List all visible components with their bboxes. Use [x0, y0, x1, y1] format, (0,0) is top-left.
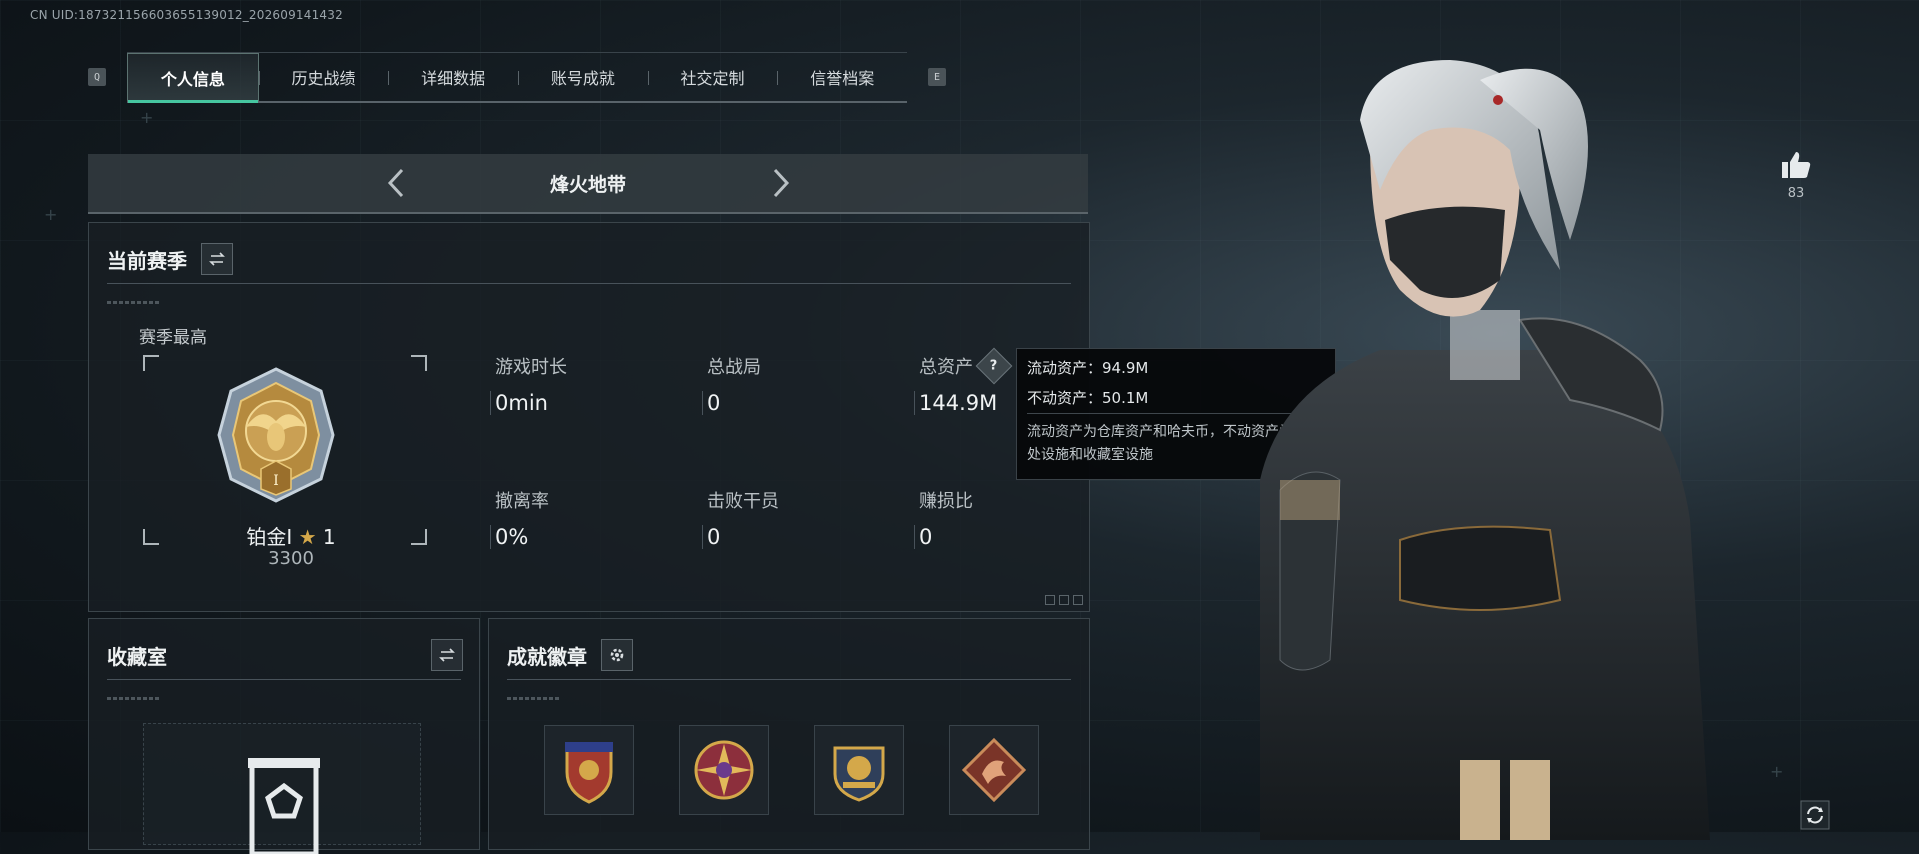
stat-label-text: 总资产 [919, 357, 973, 378]
rank-frame: I [143, 355, 427, 545]
like-button[interactable]: 83 [1776, 150, 1816, 201]
frame-corner [411, 529, 427, 545]
badge-slot[interactable] [949, 725, 1039, 815]
current-season-panel: 当前赛季 赛季最高 I 铂金I ★ 1 3300 游戏时长 0min 总战局 0 [88, 222, 1090, 612]
vault-icon [248, 758, 320, 854]
tab-detailed-data[interactable]: 详细数据 [388, 53, 518, 101]
help-icon[interactable]: ? [975, 347, 1013, 385]
dragon-badge-icon [961, 737, 1027, 803]
collection-title: 收藏室 [107, 645, 167, 669]
decor-plus: + [44, 205, 58, 224]
season-highest-label: 赛季最高 [139, 328, 207, 348]
frame-corner [143, 355, 159, 371]
stat-play-time: 游戏时长 0min [490, 353, 695, 415]
platinum-rank-emblem-icon: I [217, 367, 335, 503]
star-icon: ★ [298, 525, 317, 549]
stat-label: 游戏时长 [495, 353, 695, 379]
stat-profit-loss-ratio: 赚损比 0 [914, 487, 1119, 549]
compass-star-badge-icon [694, 740, 754, 800]
swap-icon [209, 252, 225, 266]
next-tab-key-hint[interactable]: E [928, 68, 946, 86]
achievement-badges-panel: 成就徽章 [488, 618, 1090, 850]
like-count: 83 [1787, 186, 1805, 201]
refresh-icon[interactable] [1800, 800, 1830, 830]
prev-tab-key-hint[interactable]: Q [88, 68, 106, 86]
tooltip-fixed-assets: 不动资产：50.1M [1027, 389, 1149, 407]
stat-label-text: 总战局 [707, 357, 761, 378]
stat-label-text: 撤离率 [495, 491, 549, 512]
tab-credit-record[interactable]: 信誉档案 [777, 53, 907, 101]
season-title: 当前赛季 [107, 249, 187, 273]
decor-plus: + [140, 108, 154, 127]
tab-achievements[interactable]: 账号成就 [518, 53, 648, 101]
shield-badge-icon [565, 742, 613, 804]
stat-label: 撤离率 [495, 487, 695, 513]
swap-icon [439, 648, 455, 662]
tab-social-custom[interactable]: 社交定制 [647, 53, 778, 101]
tab-match-history[interactable]: 历史战绩 [258, 53, 389, 101]
decor-dash [107, 301, 159, 304]
stat-label: 击败干员 [707, 487, 907, 513]
rank-name: 铂金I [246, 525, 293, 549]
rank-score: 3300 [268, 548, 314, 569]
frame-corner [143, 529, 159, 545]
stat-label-text: 赚损比 [919, 491, 973, 512]
collection-switch-button[interactable] [431, 639, 463, 671]
badges-settings-button[interactable] [601, 639, 633, 671]
stat-label: 赚损比 [919, 487, 1119, 513]
tab-label: 个人信息 [160, 69, 225, 89]
badge-slot[interactable] [814, 725, 904, 815]
badge-slot[interactable] [679, 725, 769, 815]
stat-value: 0 [914, 525, 1119, 549]
crest-badge-icon [833, 746, 885, 802]
tooltip-liquid-assets: 流动资产：94.9M [1027, 359, 1149, 377]
stat-label-text: 游戏时长 [495, 357, 567, 378]
divider [107, 679, 461, 680]
stat-label: 总战局 [707, 353, 907, 379]
badge-slot[interactable] [544, 725, 634, 815]
stat-value: 0min [490, 391, 695, 415]
divider [107, 283, 1071, 284]
tab-label: 信誉档案 [810, 69, 875, 88]
stat-extraction-rate: 撤离率 0% [490, 487, 695, 549]
stat-operators-defeated: 击败干员 0 [702, 487, 907, 549]
rank-name-row: 铂金I ★ 1 [181, 521, 401, 550]
tab-personal-info[interactable]: 个人信息 [127, 53, 259, 103]
tab-label: 历史战绩 [291, 69, 356, 88]
thumbs-up-icon [1782, 152, 1811, 178]
mode-selector: 烽火地带 [88, 154, 1088, 214]
divider [507, 679, 1071, 680]
uid-label: CN UID:187321156603655139012_20260914143… [30, 8, 343, 22]
tab-bar: 个人信息 历史战绩 详细数据 账号成就 社交定制 信誉档案 [127, 52, 907, 103]
character-portrait [1260, 60, 1710, 840]
tab-label: 详细数据 [421, 69, 486, 88]
stat-value: 0 [702, 525, 907, 549]
chevron-right-icon [773, 168, 790, 198]
stat-value: 0 [702, 391, 907, 415]
season-switch-button[interactable] [201, 243, 233, 275]
tab-label: 社交定制 [680, 69, 745, 88]
stat-total-matches: 总战局 0 [702, 353, 907, 415]
mode-title: 烽火地带 [549, 173, 626, 196]
stat-label-text: 击败干员 [707, 491, 779, 512]
mode-next-arrow[interactable] [763, 166, 797, 200]
stat-value: 0% [490, 525, 695, 549]
badges-title: 成就徽章 [507, 645, 587, 669]
svg-text:I: I [273, 473, 279, 489]
collection-room-panel: 收藏室 [88, 618, 480, 854]
rank-stars: 1 [322, 525, 336, 549]
tab-label: 账号成就 [550, 69, 615, 88]
frame-corner [411, 355, 427, 371]
collection-display[interactable] [143, 723, 421, 854]
decor-dash [107, 697, 159, 700]
decor-dash [507, 697, 559, 700]
gear-icon [610, 648, 624, 662]
panel-deco-dots [1045, 595, 1083, 605]
